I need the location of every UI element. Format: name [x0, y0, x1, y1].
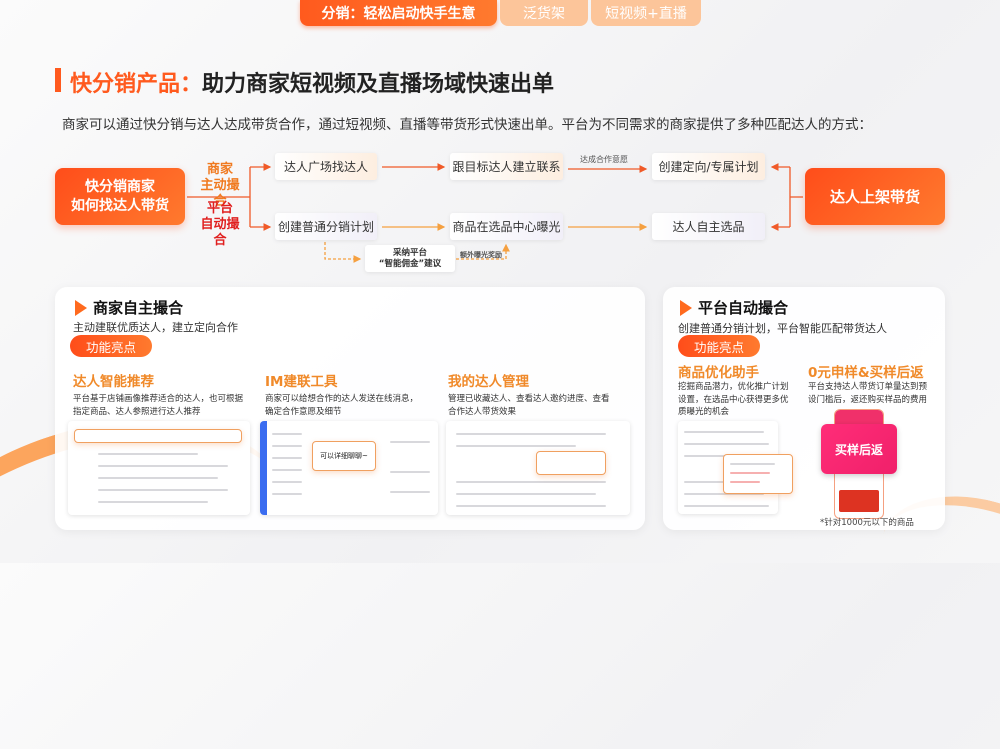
feature-title: 达人智能推荐 [73, 374, 154, 390]
flow-node-exposure: 商品在选品中心曝光 [450, 213, 563, 240]
platform-card-subtitle: 创建普通分销计划，平台智能匹配带货达人 [678, 322, 887, 335]
start-node: 快分销商家如何找达人带货 [55, 168, 185, 225]
footnote: *针对1000元以下的商品 [820, 518, 914, 528]
start-line-2: 如何找达人带货 [71, 197, 169, 214]
feature-desc: 商家可以给想合作的达人发送在线消息， 确定合作意愿及细节 [265, 394, 419, 417]
feature-desc: 平台基于店铺画像推荐适合的达人，也可根据 指定商品、达人参照进行达人推荐 [73, 394, 244, 417]
talent-management-screenshot [446, 421, 630, 515]
highlight-pill: 功能亮点 [678, 335, 760, 357]
flow-node-talent-square: 达人广场找达人 [275, 153, 377, 180]
im-chat-screenshot: 可以详细聊聊~ [260, 421, 438, 515]
optimizer-popup [723, 454, 793, 494]
edge-label-intent: 达成合作意愿 [580, 155, 628, 164]
feature-desc: 平台支持达人带货订单量达到预 设门槛后，返还购买样品的费用 [808, 382, 928, 405]
talent-recommend-screenshot [68, 421, 250, 515]
feature-title: 商品优化助手 [678, 365, 759, 381]
feature-title: IM建联工具 [265, 374, 338, 390]
start-line-1: 快分销商家 [85, 178, 155, 195]
recommend-highlight [74, 429, 242, 443]
platform-card-title: 平台自动撮合 [680, 297, 788, 318]
edge-label-exposure: 额外曝光奖励 [460, 251, 502, 259]
play-arrow-icon [75, 299, 87, 316]
flow-node-self-select: 达人自主选品 [652, 213, 765, 240]
feature-desc: 管理已收藏达人、查看达人邀约进度、查看 合作达人带货效果 [448, 394, 610, 417]
merchant-card-title: 商家自主撮合 [75, 297, 183, 318]
flow-node-targeted-plan: 创建定向/专属计划 [652, 153, 765, 180]
play-arrow-icon [680, 299, 692, 316]
sample-rebate-banner: 买样后返 [821, 424, 897, 474]
flow-node-general-plan: 创建普通分销计划 [275, 213, 377, 240]
feature-desc: 挖掘商品潜力，优化推广计划 设置，在选品中心获得更多优 质曝光的机会 [678, 382, 789, 417]
feature-title: 0元申样&买样后返 [808, 365, 924, 381]
highlight-pill: 功能亮点 [70, 335, 152, 357]
branch-platform-label: 平台 自动撮合 [200, 201, 240, 248]
stats-highlight [536, 451, 606, 475]
flow-node-smart-commission: 采纳平台 “智能佣金”建议 [365, 245, 455, 272]
feature-title: 我的达人管理 [448, 374, 529, 390]
flow-node-contact-talent: 跟目标达人建立联系 [450, 153, 563, 180]
end-node: 达人上架带货 [805, 168, 945, 225]
merchant-card-subtitle: 主动建联优质达人，建立定向合作 [73, 321, 238, 334]
chat-bubble: 可以详细聊聊~ [312, 441, 376, 471]
